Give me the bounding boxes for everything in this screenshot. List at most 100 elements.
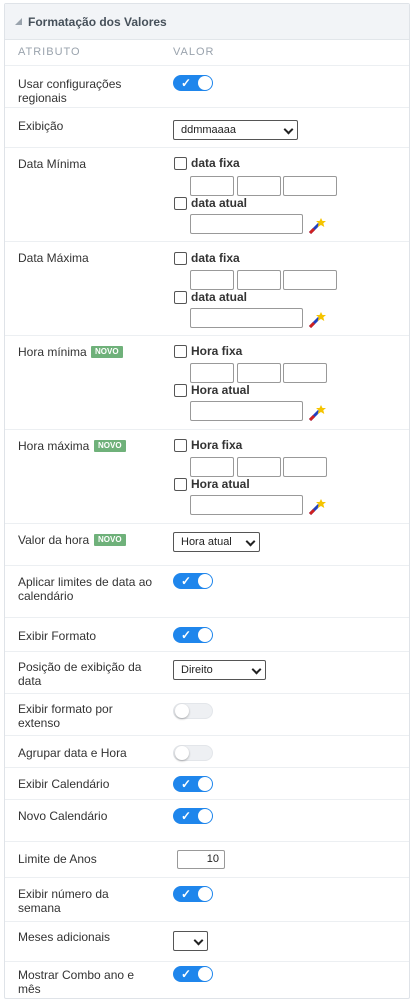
apply-limits-label: Aplicar limites de data ao calendário <box>18 575 153 603</box>
row-group: Agrupar data e Hora <box>5 735 409 768</box>
row-position: Posição de exibição da data Direito <box>5 651 409 694</box>
apply-limits-toggle[interactable]: ✓ <box>173 573 213 589</box>
row-format-extended: Exibir formato por extenso <box>5 693 409 736</box>
magic-wand-icon[interactable] <box>307 310 327 330</box>
new-badge: NOVO <box>91 346 123 358</box>
calendar-toggle[interactable]: ✓ <box>173 776 213 792</box>
group-label: Agrupar data e Hora <box>18 746 127 760</box>
row-max-date: Data Máxima data fixa data atual <box>5 241 409 336</box>
time-value-label: Valor da hora <box>18 533 90 547</box>
row-time-value: Valor da hora NOVO Hora atual <box>5 523 409 566</box>
max-time-fixed-label: Hora fixa <box>191 438 243 452</box>
min-time-minute-input[interactable] <box>237 363 281 383</box>
min-date-day-input[interactable] <box>190 176 234 196</box>
min-date-current-checkbox[interactable] <box>174 197 187 210</box>
row-extra-months: Meses adicionais <box>5 921 409 962</box>
min-date-fixed-label: data fixa <box>191 156 240 170</box>
checkmark-icon: ✓ <box>181 628 192 642</box>
extra-months-select[interactable] <box>173 931 208 951</box>
collapse-triangle-icon[interactable] <box>15 18 22 25</box>
position-select-value: Direito <box>181 664 213 676</box>
max-time-current-input[interactable] <box>190 495 303 515</box>
calendar-label: Exibir Calendário <box>18 777 110 791</box>
display-select-value: ddmmaaaa <box>181 124 237 136</box>
row-min-date: Data Mínima data fixa data atual <box>5 147 409 242</box>
new-calendar-toggle[interactable]: ✓ <box>173 808 213 824</box>
max-time-fixed-checkbox[interactable] <box>174 439 187 452</box>
min-date-month-input[interactable] <box>237 176 281 196</box>
max-time-second-input[interactable] <box>283 457 327 477</box>
format-extended-toggle[interactable] <box>173 703 213 719</box>
magic-wand-icon[interactable] <box>307 497 327 517</box>
values-format-panel: Formatação dos Valores ATRIBUTO VALOR Us… <box>4 3 410 999</box>
group-toggle[interactable] <box>173 745 213 761</box>
new-badge: NOVO <box>94 440 126 452</box>
max-time-current-checkbox[interactable] <box>174 478 187 491</box>
min-time-hour-input[interactable] <box>190 363 234 383</box>
display-label: Exibição <box>18 119 64 133</box>
chevron-down-icon <box>245 536 256 547</box>
panel-title: Formatação dos Valores <box>28 15 167 29</box>
max-date-year-input[interactable] <box>283 270 337 290</box>
max-date-current-label: data atual <box>191 290 248 304</box>
row-show-format: Exibir Formato ✓ <box>5 617 409 652</box>
min-date-year-input[interactable] <box>283 176 337 196</box>
max-time-minute-input[interactable] <box>237 457 281 477</box>
row-max-time: Hora máxima NOVO Hora fixa Hora atual <box>5 429 409 524</box>
regional-toggle[interactable]: ✓ <box>173 75 213 91</box>
checkmark-icon: ✓ <box>181 809 192 823</box>
min-time-current-input[interactable] <box>190 401 303 421</box>
show-format-label: Exibir Formato <box>18 629 97 643</box>
new-calendar-label: Novo Calendário <box>18 809 108 823</box>
max-time-hour-input[interactable] <box>190 457 234 477</box>
checkmark-icon: ✓ <box>181 76 192 90</box>
min-date-current-input[interactable] <box>190 214 303 234</box>
time-value-select[interactable]: Hora atual <box>173 532 260 552</box>
checkmark-icon: ✓ <box>181 887 192 901</box>
row-apply-limits: Aplicar limites de data ao calendário ✓ <box>5 565 409 618</box>
panel-header[interactable]: Formatação dos Valores <box>5 4 409 40</box>
max-date-day-input[interactable] <box>190 270 234 290</box>
row-year-limit: Limite de Anos 10 <box>5 841 409 878</box>
max-date-label: Data Máxima <box>18 251 89 265</box>
row-calendar: Exibir Calendário ✓ <box>5 767 409 800</box>
row-min-time: Hora mínima NOVO Hora fixa Hora atual <box>5 335 409 430</box>
show-format-toggle[interactable]: ✓ <box>173 627 213 643</box>
row-new-calendar: Novo Calendário ✓ <box>5 799 409 842</box>
column-attribute: ATRIBUTO <box>18 46 81 58</box>
magic-wand-icon[interactable] <box>307 216 327 236</box>
week-number-toggle[interactable]: ✓ <box>173 886 213 902</box>
position-select[interactable]: Direito <box>173 660 266 680</box>
chevron-down-icon <box>193 935 204 946</box>
format-extended-label: Exibir formato por extenso <box>18 702 113 730</box>
display-select[interactable]: ddmmaaaa <box>173 120 298 140</box>
max-date-month-input[interactable] <box>237 270 281 290</box>
row-regional: Usar configurações regionais ✓ <box>5 65 409 108</box>
row-display: Exibição ddmmaaaa <box>5 107 409 148</box>
max-date-current-checkbox[interactable] <box>174 291 187 304</box>
min-time-current-checkbox[interactable] <box>174 384 187 397</box>
min-time-second-input[interactable] <box>283 363 327 383</box>
max-date-fixed-label: data fixa <box>191 251 240 265</box>
min-date-fixed-checkbox[interactable] <box>174 157 187 170</box>
column-value: VALOR <box>173 46 215 58</box>
min-time-current-label: Hora atual <box>191 383 250 397</box>
year-limit-input[interactable]: 10 <box>177 850 225 869</box>
row-week-number: Exibir número da semana ✓ <box>5 877 409 922</box>
row-combo: Mostrar Combo ano e mês ✓ <box>5 961 409 1000</box>
new-badge: NOVO <box>94 534 126 546</box>
extra-months-label: Meses adicionais <box>18 930 111 944</box>
week-number-label: Exibir número da semana <box>18 887 109 915</box>
min-time-fixed-checkbox[interactable] <box>174 345 187 358</box>
checkmark-icon: ✓ <box>181 574 192 588</box>
combo-toggle[interactable]: ✓ <box>173 966 213 982</box>
min-date-current-label: data atual <box>191 196 248 210</box>
time-value-select-value: Hora atual <box>181 536 232 548</box>
max-date-current-input[interactable] <box>190 308 303 328</box>
magic-wand-icon[interactable] <box>307 403 327 423</box>
min-date-label: Data Mínima <box>18 157 87 171</box>
max-date-fixed-checkbox[interactable] <box>174 252 187 265</box>
min-time-fixed-label: Hora fixa <box>191 344 243 358</box>
checkmark-icon: ✓ <box>181 777 192 791</box>
chevron-down-icon <box>283 124 294 135</box>
